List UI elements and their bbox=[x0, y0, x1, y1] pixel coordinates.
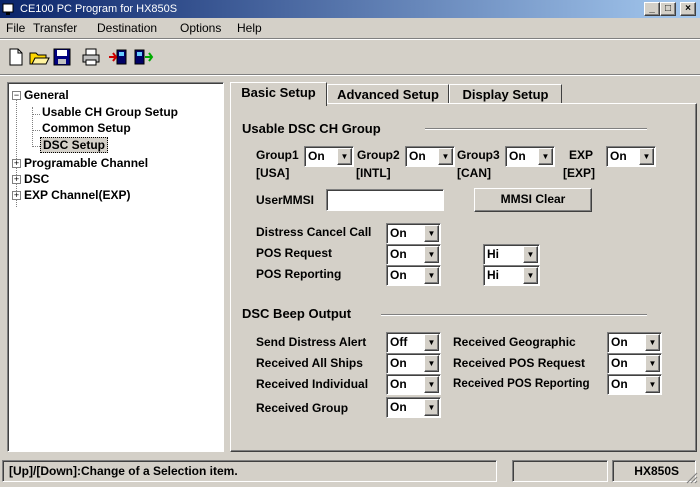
received-geographic-select[interactable]: On ▼ bbox=[607, 332, 662, 353]
tab-basic-setup[interactable]: Basic Setup bbox=[230, 82, 327, 106]
maximize-button[interactable]: □ bbox=[660, 2, 676, 16]
chevron-down-icon: ▼ bbox=[424, 267, 439, 284]
group3-region: [CAN] bbox=[457, 166, 491, 180]
chevron-down-icon: ▼ bbox=[538, 148, 553, 165]
tab-display-setup[interactable]: Display Setup bbox=[449, 84, 562, 105]
pos-reporting-select[interactable]: On ▼ bbox=[386, 265, 441, 286]
group2-select[interactable]: On ▼ bbox=[405, 146, 455, 167]
tree-item-dsc-setup[interactable]: DSC Setup bbox=[40, 137, 109, 153]
chevron-down-icon: ▼ bbox=[645, 334, 660, 351]
expander-dsc[interactable]: + bbox=[12, 175, 21, 184]
received-all-ships-select[interactable]: On ▼ bbox=[386, 353, 441, 374]
received-all-ships-label: Received All Ships bbox=[256, 356, 363, 370]
exp-region: [EXP] bbox=[563, 166, 596, 180]
chevron-down-icon: ▼ bbox=[424, 225, 439, 242]
tree-item-common-setup[interactable]: Common Setup bbox=[42, 121, 131, 135]
group2-region: [INTL] bbox=[356, 166, 391, 180]
printer-icon bbox=[82, 48, 100, 66]
pos-request-level-select[interactable]: Hi ▼ bbox=[483, 244, 540, 265]
pos-request-select[interactable]: On ▼ bbox=[386, 244, 441, 265]
tree-item-exp-channel[interactable]: EXP Channel(EXP) bbox=[24, 188, 130, 202]
toolbar-separator bbox=[0, 74, 700, 76]
menu-transfer[interactable]: Transfer bbox=[33, 21, 77, 35]
read-radio-button[interactable] bbox=[107, 46, 129, 68]
save-button[interactable] bbox=[51, 46, 73, 68]
minimize-button[interactable]: _ bbox=[644, 2, 660, 16]
floppy-icon bbox=[53, 48, 71, 66]
tree-item-general[interactable]: General bbox=[24, 88, 69, 102]
dsc-beep-output-title: DSC Beep Output bbox=[242, 306, 352, 321]
pos-reporting-label: POS Reporting bbox=[256, 267, 342, 281]
chevron-down-icon: ▼ bbox=[424, 246, 439, 263]
group1-label: Group1 bbox=[256, 148, 299, 162]
expander-general[interactable]: − bbox=[12, 91, 21, 100]
status-panel bbox=[512, 460, 608, 482]
chevron-down-icon: ▼ bbox=[424, 399, 439, 416]
radio-write-icon bbox=[134, 49, 154, 65]
user-mmsi-field[interactable] bbox=[326, 189, 444, 211]
chevron-down-icon: ▼ bbox=[424, 355, 439, 372]
menu-help[interactable]: Help bbox=[237, 21, 262, 35]
chevron-down-icon: ▼ bbox=[424, 334, 439, 351]
resize-grip-icon[interactable] bbox=[684, 470, 698, 484]
received-pos-request-select[interactable]: On ▼ bbox=[607, 353, 662, 374]
title-bar: CE100 PC Program for HX850S bbox=[0, 0, 700, 18]
user-mmsi-label: UserMMSI bbox=[256, 193, 315, 207]
tab-advanced-setup[interactable]: Advanced Setup bbox=[327, 84, 449, 105]
expander-exp-channel[interactable]: + bbox=[12, 191, 21, 200]
new-file-icon bbox=[9, 48, 23, 66]
chevron-down-icon: ▼ bbox=[424, 376, 439, 393]
tree-item-dsc[interactable]: DSC bbox=[24, 172, 49, 186]
group2-label: Group2 bbox=[357, 148, 400, 162]
group1-region: [USA] bbox=[256, 166, 290, 180]
radio-read-icon bbox=[109, 49, 127, 65]
received-individual-label: Received Individual bbox=[256, 377, 369, 391]
app-icon bbox=[2, 3, 14, 15]
tree-item-programable-channel[interactable]: Programable Channel bbox=[24, 156, 148, 170]
group1-select[interactable]: On ▼ bbox=[304, 146, 354, 167]
menu-destination[interactable]: Destination bbox=[97, 21, 157, 35]
send-distress-alert-label: Send Distress Alert bbox=[256, 335, 367, 349]
pos-request-label: POS Request bbox=[256, 246, 333, 260]
group3-label: Group3 bbox=[457, 148, 500, 162]
exp-label: EXP bbox=[569, 148, 594, 162]
exp-select[interactable]: On ▼ bbox=[606, 146, 656, 167]
usable-dsc-ch-group-title: Usable DSC CH Group bbox=[242, 121, 381, 136]
chevron-down-icon: ▼ bbox=[645, 355, 660, 372]
received-group-label: Received Group bbox=[256, 401, 349, 415]
open-file-button[interactable] bbox=[28, 46, 50, 68]
chevron-down-icon: ▼ bbox=[645, 376, 660, 393]
mmsi-clear-button[interactable]: MMSI Clear bbox=[474, 188, 592, 212]
pos-reporting-level-select[interactable]: Hi ▼ bbox=[483, 265, 540, 286]
expander-programable-channel[interactable]: + bbox=[12, 159, 21, 168]
chevron-down-icon: ▼ bbox=[523, 267, 538, 284]
chevron-down-icon: ▼ bbox=[639, 148, 654, 165]
close-button[interactable]: × bbox=[680, 2, 696, 16]
distress-cancel-call-select[interactable]: On ▼ bbox=[386, 223, 441, 244]
menu-file[interactable]: File bbox=[6, 21, 25, 35]
menu-bar: File Transfer Destination Options Help bbox=[0, 18, 700, 38]
group3-select[interactable]: On ▼ bbox=[505, 146, 555, 167]
distress-cancel-call-label: Distress Cancel Call bbox=[256, 225, 372, 239]
received-geographic-label: Received Geographic bbox=[453, 335, 576, 349]
toolbar bbox=[0, 40, 700, 72]
chevron-down-icon: ▼ bbox=[337, 148, 352, 165]
received-pos-reporting-select[interactable]: On ▼ bbox=[607, 374, 662, 395]
tree-item-usable-ch-group-setup[interactable]: Usable CH Group Setup bbox=[42, 105, 178, 119]
settings-tree[interactable]: − General Usable CH Group Setup Common S… bbox=[7, 82, 224, 452]
chevron-down-icon: ▼ bbox=[523, 246, 538, 263]
open-folder-icon bbox=[29, 52, 50, 65]
received-group-select[interactable]: On ▼ bbox=[386, 397, 441, 418]
status-hint: [Up]/[Down]:Change of a Selection item. bbox=[2, 460, 497, 482]
send-distress-alert-select[interactable]: Off ▼ bbox=[386, 332, 441, 353]
received-pos-request-label: Received POS Request bbox=[453, 356, 586, 370]
menu-options[interactable]: Options bbox=[180, 21, 221, 35]
write-radio-button[interactable] bbox=[132, 46, 154, 68]
received-pos-reporting-label: Received POS Reporting bbox=[453, 377, 590, 390]
received-individual-select[interactable]: On ▼ bbox=[386, 374, 441, 395]
new-file-button[interactable] bbox=[5, 46, 27, 68]
chevron-down-icon: ▼ bbox=[438, 148, 453, 165]
window-title: CE100 PC Program for HX850S bbox=[20, 3, 178, 15]
print-button[interactable] bbox=[80, 46, 102, 68]
